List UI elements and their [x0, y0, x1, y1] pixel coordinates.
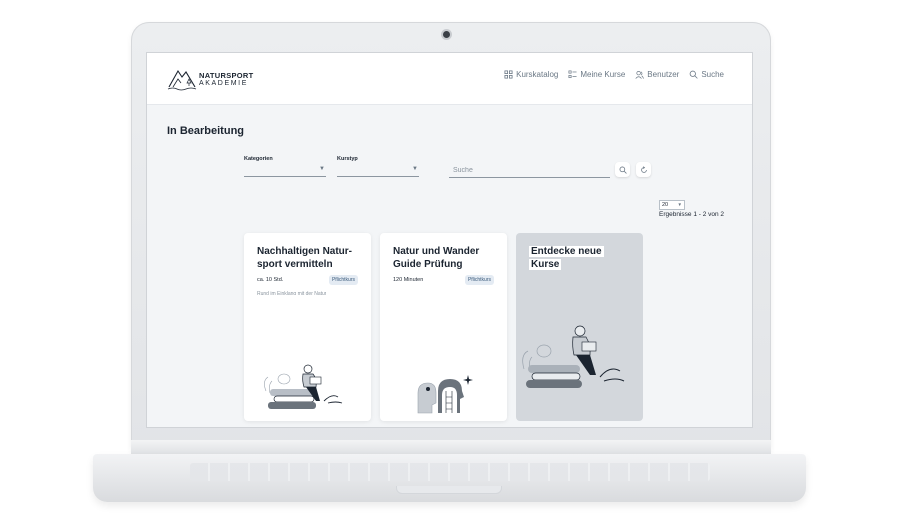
nav-label: Benutzer: [647, 70, 680, 79]
results-count: Ergebnisse 1 - 2 von 2: [659, 211, 725, 218]
users-icon: [635, 70, 645, 79]
head-ladder-illustration: [417, 375, 473, 414]
cta-title: Entdecke neue Kurse: [529, 246, 637, 271]
list-icon: [568, 70, 577, 79]
logo-text-top: NATURSPORT: [199, 71, 254, 80]
laptop-hinge: [131, 440, 771, 454]
search-input[interactable]: [449, 164, 610, 178]
logo-text-bottom: AKADEMIE: [199, 80, 248, 87]
caret-down-icon: ▼: [677, 202, 682, 207]
nav-label: Meine Kurse: [580, 70, 626, 79]
nav-label: Suche: [701, 70, 724, 79]
course-description: Rund im Einklang mit der Natur: [257, 291, 327, 295]
nav-label: Kurskatalog: [516, 70, 559, 79]
grid-icon: [504, 70, 513, 79]
type-filter: Kurstyp ▼: [337, 156, 419, 177]
course-card[interactable]: Natur und Wander Guide Prüfung 120 Minut…: [380, 233, 507, 421]
course-title: Natur und Wander Guide Prüfung: [393, 246, 480, 270]
cta-title-line2: Kurse: [529, 258, 562, 270]
search-icon: [689, 70, 698, 79]
reading-person-illustration: [264, 364, 343, 409]
webcam: [443, 31, 450, 38]
course-card[interactable]: Nachhaltigen Natur-sport vermitteln ca. …: [244, 233, 371, 421]
main-nav: Kurskatalog Meine Kurse Benutzer Suche: [504, 70, 724, 79]
per-page-select[interactable]: 20 ▼: [659, 200, 685, 210]
nav-suche[interactable]: Suche: [689, 70, 724, 79]
course-duration: 120 Minuten: [393, 277, 424, 283]
refresh-icon: [640, 165, 647, 173]
course-duration: ca. 10 Std.: [257, 277, 284, 283]
search-icon: [619, 166, 627, 174]
caret-down-icon: ▼: [412, 166, 418, 172]
category-filter: Kategorien ▼: [244, 156, 326, 177]
mountain-logo-icon: [167, 69, 197, 91]
page-title: In Bearbeitung: [167, 125, 245, 137]
search-button[interactable]: [615, 162, 630, 177]
app-screen: NATURSPORT AKADEMIE Kurskatalog Meine Ku…: [146, 52, 753, 428]
brand-logo[interactable]: NATURSPORT AKADEMIE: [167, 65, 253, 93]
reset-button[interactable]: [636, 162, 651, 177]
nav-kurskatalog[interactable]: Kurskatalog: [504, 70, 558, 79]
discover-courses-card[interactable]: Entdecke neue Kurse: [516, 233, 643, 421]
keyboard: [190, 463, 710, 481]
nav-meine-kurse[interactable]: Meine Kurse: [568, 70, 625, 79]
category-label: Kategorien: [244, 156, 273, 162]
status-badge: Pflichtkurs: [328, 275, 358, 285]
type-label: Kurstyp: [337, 156, 358, 162]
category-select[interactable]: ▼: [244, 165, 326, 177]
trackpad-notch: [396, 486, 502, 494]
nav-benutzer[interactable]: Benutzer: [635, 70, 679, 79]
per-page-value: 20: [662, 202, 669, 208]
cta-title-line1: Entdecke neue: [529, 246, 604, 257]
app-header: NATURSPORT AKADEMIE Kurskatalog Meine Ku…: [147, 53, 752, 105]
type-select[interactable]: ▼: [337, 165, 419, 177]
status-badge: Pflichtkurs: [464, 275, 494, 285]
course-title: Nachhaltigen Natur-sport vermitteln: [257, 246, 353, 270]
reading-person-illustration: [522, 325, 625, 388]
caret-down-icon: ▼: [319, 166, 325, 172]
